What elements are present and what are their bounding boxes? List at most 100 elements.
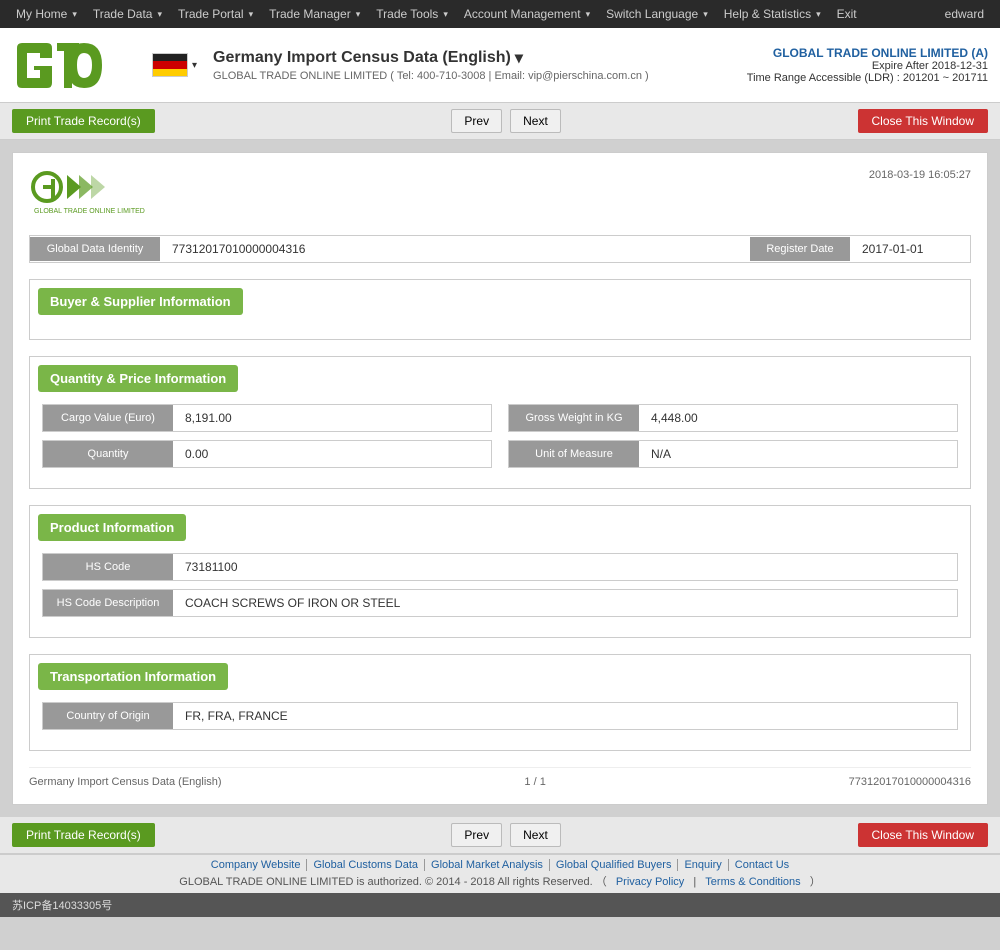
footer-link-company[interactable]: Company Website	[205, 859, 308, 871]
chevron-down-icon: ▾	[356, 9, 361, 20]
flag-dropdown[interactable]: ▾	[192, 60, 197, 71]
footer-id: 77312017010000004316	[849, 776, 971, 788]
global-data-identity-label: Global Data Identity	[30, 237, 160, 261]
nav-trade-tools[interactable]: Trade Tools ▾	[368, 0, 456, 28]
hs-code-value: 73181100	[173, 554, 957, 580]
footer-link-contact[interactable]: Contact Us	[729, 859, 795, 871]
footer-link-market[interactable]: Global Market Analysis	[425, 859, 550, 871]
cargo-value-row: Cargo Value (Euro) 8,191.00	[42, 404, 492, 432]
country-origin-value: FR, FRA, FRANCE	[173, 703, 957, 729]
hs-code-desc-label: HS Code Description	[43, 590, 173, 616]
print-button-bottom[interactable]: Print Trade Record(s)	[12, 823, 155, 847]
expire-date: Expire After 2018-12-31	[747, 60, 988, 72]
close-button-top[interactable]: Close This Window	[858, 109, 988, 133]
unit-measure-label: Unit of Measure	[509, 441, 639, 467]
hs-code-desc-row: HS Code Description COACH SCREWS OF IRON…	[42, 589, 958, 617]
record-header: GLOBAL TRADE ONLINE LIMITED 2018-03-19 1…	[29, 169, 971, 219]
quantity-label: Quantity	[43, 441, 173, 467]
country-origin-label: Country of Origin	[43, 703, 173, 729]
buyer-supplier-section: Buyer & Supplier Information	[29, 279, 971, 340]
quantity-price-section: Quantity & Price Information Cargo Value…	[29, 356, 971, 489]
quantity-unit-row: Quantity 0.00 Unit of Measure N/A	[42, 440, 958, 468]
icp-text: 苏ICP备14033305号	[12, 897, 112, 913]
unit-measure-value: N/A	[639, 441, 957, 467]
transport-header: Transportation Information	[38, 663, 228, 690]
chevron-down-icon: ▾	[157, 9, 162, 20]
global-data-identity-row: Global Data Identity 7731201701000000431…	[29, 235, 971, 263]
register-date-label: Register Date	[750, 237, 850, 261]
icp-bar: 苏ICP备14033305号	[0, 893, 1000, 917]
title-dropdown-icon[interactable]: ▾	[515, 48, 523, 68]
top-navigation: My Home ▾ Trade Data ▾ Trade Portal ▾ Tr…	[0, 0, 1000, 28]
nav-switch-language[interactable]: Switch Language ▾	[598, 0, 716, 28]
gross-weight-value: 4,448.00	[639, 405, 957, 431]
nav-help-statistics[interactable]: Help & Statistics ▾	[716, 0, 829, 28]
transport-body: Country of Origin FR, FRA, FRANCE	[30, 698, 970, 750]
gross-weight-label: Gross Weight in KG	[509, 405, 639, 431]
header-title-area: Germany Import Census Data (English) ▾ G…	[213, 48, 747, 82]
footer-link-enquiry[interactable]: Enquiry	[678, 859, 728, 871]
time-range: Time Range Accessible (LDR) : 201201 ~ 2…	[747, 72, 988, 84]
product-info-section: Product Information HS Code 73181100 HS …	[29, 505, 971, 638]
nav-trade-portal[interactable]: Trade Portal ▾	[170, 0, 261, 28]
next-button-bottom[interactable]: Next	[510, 823, 561, 847]
header-right: GLOBAL TRADE ONLINE LIMITED (A) Expire A…	[747, 46, 988, 84]
transport-section: Transportation Information Country of Or…	[29, 654, 971, 751]
gross-weight-row: Gross Weight in KG 4,448.00	[508, 404, 958, 432]
logo-area: GLOBAL TRADE ONLINE LIMITED ▾	[12, 38, 197, 93]
company-logo: GLOBAL TRADE ONLINE LIMITED	[12, 38, 122, 93]
footer-terms[interactable]: Terms & Conditions	[699, 876, 806, 888]
chevron-down-icon: ▾	[72, 9, 77, 20]
record-logo: GLOBAL TRADE ONLINE LIMITED	[29, 169, 159, 219]
record-footer: Germany Import Census Data (English) 1 /…	[29, 767, 971, 788]
buyer-supplier-header: Buyer & Supplier Information	[38, 288, 243, 315]
quantity-price-body: Cargo Value (Euro) 8,191.00 Gross Weight…	[30, 400, 970, 488]
page-title: Germany Import Census Data (English) ▾	[213, 48, 747, 68]
next-button-top[interactable]: Next	[510, 109, 561, 133]
svg-text:GLOBAL TRADE ONLINE LIMITED: GLOBAL TRADE ONLINE LIMITED	[34, 208, 145, 215]
footer-privacy[interactable]: Privacy Policy	[610, 876, 690, 888]
hs-code-desc-value: COACH SCREWS OF IRON OR STEEL	[173, 590, 957, 616]
cargo-value-label: Cargo Value (Euro)	[43, 405, 173, 431]
user-label: edward	[937, 7, 992, 21]
buyer-supplier-body	[30, 323, 970, 339]
global-data-identity-value: 77312017010000004316	[160, 236, 750, 262]
top-toolbar: Print Trade Record(s) Prev Next Close Th…	[0, 103, 1000, 140]
cargo-value-value: 8,191.00	[173, 405, 491, 431]
footer-link-customs[interactable]: Global Customs Data	[307, 859, 425, 871]
footer-links: Company Website Global Customs Data Glob…	[12, 859, 988, 871]
page-footer: Company Website Global Customs Data Glob…	[0, 854, 1000, 893]
product-info-body: HS Code 73181100 HS Code Description COA…	[30, 549, 970, 637]
nav-account-management[interactable]: Account Management ▾	[456, 0, 598, 28]
chevron-down-icon: ▾	[816, 9, 821, 20]
product-info-header: Product Information	[38, 514, 186, 541]
hs-code-row: HS Code 73181100	[42, 553, 958, 581]
nav-my-home[interactable]: My Home ▾	[8, 0, 85, 28]
prev-button-bottom[interactable]: Prev	[451, 823, 502, 847]
germany-flag	[152, 53, 188, 77]
quantity-value: 0.00	[173, 441, 491, 467]
record-timestamp: 2018-03-19 16:05:27	[869, 169, 971, 181]
quantity-price-header: Quantity & Price Information	[38, 365, 238, 392]
country-origin-row: Country of Origin FR, FRA, FRANCE	[42, 702, 958, 730]
nav-exit[interactable]: Exit	[829, 0, 865, 28]
nav-trade-data[interactable]: Trade Data ▾	[85, 0, 170, 28]
chevron-down-icon: ▾	[703, 9, 708, 20]
footer-title: Germany Import Census Data (English)	[29, 776, 222, 788]
cargo-gross-row: Cargo Value (Euro) 8,191.00 Gross Weight…	[42, 404, 958, 432]
bottom-toolbar: Print Trade Record(s) Prev Next Close Th…	[0, 817, 1000, 854]
hs-code-label: HS Code	[43, 554, 173, 580]
print-button-top[interactable]: Print Trade Record(s)	[12, 109, 155, 133]
close-button-bottom[interactable]: Close This Window	[858, 823, 988, 847]
main-content: GLOBAL TRADE ONLINE LIMITED 2018-03-19 1…	[0, 140, 1000, 817]
country-flag-area[interactable]: ▾	[152, 53, 197, 77]
nav-trade-manager[interactable]: Trade Manager ▾	[261, 0, 368, 28]
company-name: GLOBAL TRADE ONLINE LIMITED (A)	[747, 46, 988, 60]
footer-link-buyers[interactable]: Global Qualified Buyers	[550, 859, 679, 871]
quantity-row: Quantity 0.00	[42, 440, 492, 468]
record-card: GLOBAL TRADE ONLINE LIMITED 2018-03-19 1…	[12, 152, 988, 805]
prev-button-top[interactable]: Prev	[451, 109, 502, 133]
chevron-down-icon: ▾	[443, 9, 448, 20]
footer-copyright: GLOBAL TRADE ONLINE LIMITED is authorize…	[12, 873, 988, 889]
unit-measure-row: Unit of Measure N/A	[508, 440, 958, 468]
